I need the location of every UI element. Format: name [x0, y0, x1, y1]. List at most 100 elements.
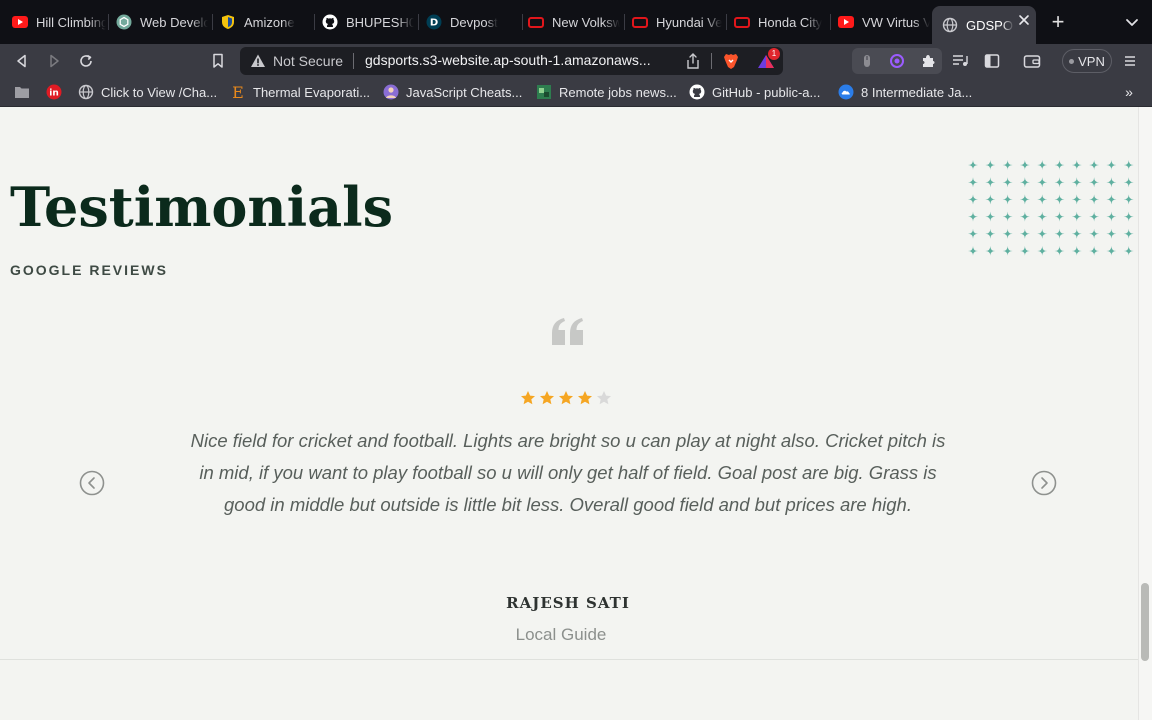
brave-shields-icon[interactable]	[722, 52, 740, 70]
decorative-dot	[1123, 211, 1134, 222]
decorative-dot	[1037, 211, 1048, 222]
bookmark-icon[interactable]	[206, 49, 230, 73]
tab-vw-virtus[interactable]: VW Virtus V	[838, 8, 930, 36]
decorative-dot	[1106, 177, 1117, 188]
tab-search-chevron-icon[interactable]	[1122, 12, 1142, 32]
reviewer-role: Local Guide	[515, 625, 607, 644]
tab-honda-city[interactable]: Honda City	[734, 8, 826, 36]
decorative-dot	[1106, 228, 1117, 239]
more-bookmarks-button[interactable]: »	[1120, 83, 1138, 101]
decorative-dot	[1037, 246, 1048, 256]
share-icon[interactable]	[685, 52, 701, 70]
url-text[interactable]: gdsports.s3-website.ap-south-1.amazonaws…	[365, 52, 675, 68]
forward-icon[interactable]	[42, 49, 66, 73]
decorative-dot	[1019, 246, 1030, 256]
puzzle-extensions-icon[interactable]	[920, 53, 936, 69]
bookmark-thermal-evaporation[interactable]: E Thermal Evaporati...	[230, 82, 370, 102]
tab-devpost[interactable]: D Devpost	[426, 8, 518, 36]
tab-title: Devpost	[450, 14, 498, 30]
playlist-icon[interactable]	[948, 49, 972, 73]
bookmark-remote-jobs[interactable]: Remote jobs news...	[536, 82, 677, 102]
tab-gdsports-active[interactable]: GDSPOR	[932, 6, 1036, 44]
extensions-group	[852, 48, 942, 74]
decorative-dot	[968, 177, 978, 188]
back-icon[interactable]	[10, 49, 34, 73]
decorative-dot	[1054, 177, 1065, 188]
decorative-dot	[1054, 194, 1065, 205]
section-divider	[0, 659, 1138, 660]
menu-icon[interactable]	[1118, 49, 1142, 73]
bookmark-github[interactable]: GitHub - public-a...	[689, 82, 820, 102]
sidebar-icon[interactable]	[980, 49, 1004, 73]
decorative-dot	[1019, 211, 1030, 222]
svg-text:E: E	[232, 84, 244, 100]
purple-extension-icon[interactable]	[889, 53, 905, 69]
decorative-dot	[1071, 246, 1082, 256]
scrollbar-thumb[interactable]	[1141, 583, 1149, 661]
devpost-icon: D	[426, 14, 442, 30]
tab-bhupesh[interactable]: BHUPESH0	[322, 8, 414, 36]
mouse-extension-icon[interactable]	[859, 53, 875, 69]
empty-star-icon	[597, 391, 611, 405]
reload-icon[interactable]	[74, 49, 98, 73]
decorative-dot	[1002, 160, 1013, 170]
tab-title: Hyundai Ve	[656, 14, 722, 30]
tab-title: BHUPESH0	[346, 14, 414, 30]
bookmark-javascript-cheatsheet[interactable]: JavaScript Cheats...	[383, 82, 522, 102]
avatar-icon	[383, 84, 399, 100]
section-subtitle: GOOGLE REVIEWS	[10, 262, 168, 278]
tab-hyundai[interactable]: Hyundai Ve	[632, 8, 722, 36]
bookmark-folder[interactable]	[14, 82, 37, 102]
chatgpt-icon	[116, 14, 132, 30]
decorative-dot	[1002, 228, 1013, 239]
vpn-status-dot	[1069, 58, 1075, 64]
tab-hill-climbing[interactable]: Hill Climbing	[12, 8, 106, 36]
decorative-dot	[1037, 160, 1048, 170]
decorative-dot	[968, 246, 978, 256]
previous-arrow-icon[interactable]	[79, 470, 105, 496]
tab-title: Honda City	[758, 14, 823, 30]
linkedin-icon: in	[46, 84, 62, 100]
decorative-dot	[1054, 211, 1065, 222]
toy-icon	[734, 14, 750, 30]
decorative-dot	[1054, 246, 1065, 256]
filled-star-icon	[559, 391, 573, 405]
vpn-button[interactable]: VPN	[1062, 49, 1112, 73]
web-page: Testimonials GOOGLE REVIEWS Nice field f…	[0, 107, 1138, 720]
close-tab-icon[interactable]	[1018, 14, 1030, 26]
address-bar[interactable]: Not Secure gdsports.s3-website.ap-south-…	[240, 47, 783, 75]
amizone-icon	[220, 14, 236, 30]
tab-web-develo[interactable]: Web Develo	[116, 8, 208, 36]
new-tab-button[interactable]: +	[1048, 10, 1068, 34]
decorative-dot	[1071, 228, 1082, 239]
decorative-dot-pattern	[968, 160, 1134, 256]
bookmark-linkedin[interactable]: in	[46, 82, 69, 102]
quote-icon	[552, 318, 583, 345]
youtube-icon	[12, 14, 28, 30]
bookmark-click-to-view[interactable]: Click to View /Cha...	[78, 82, 217, 102]
filled-star-icon	[521, 391, 535, 405]
tab-new-volksw[interactable]: New Volksw	[528, 8, 620, 36]
vpn-label: VPN	[1078, 53, 1105, 69]
decorative-dot	[1089, 194, 1100, 205]
cloud-icon	[838, 84, 854, 100]
folder-icon	[14, 84, 30, 100]
youtube-icon	[838, 14, 854, 30]
filled-star-icon	[540, 391, 554, 405]
security-status-label[interactable]: Not Secure	[273, 53, 343, 69]
tab-title: Hill Climbing	[36, 14, 106, 30]
bookmark-label: 8 Intermediate Ja...	[861, 84, 973, 100]
github-icon	[322, 14, 338, 30]
next-arrow-icon[interactable]	[1031, 470, 1057, 496]
tab-amizone[interactable]: Amizone	[220, 8, 310, 36]
wallet-icon[interactable]	[1020, 49, 1044, 73]
decorative-dot	[1089, 160, 1100, 170]
bookmark-intermediate-java[interactable]: 8 Intermediate Ja...	[838, 82, 972, 102]
warning-triangle-icon[interactable]	[250, 53, 266, 69]
bookmarks-bar: in Click to View /Cha... E Thermal Evapo…	[0, 78, 1152, 107]
decorative-dot	[1002, 177, 1013, 188]
decorative-dot	[1019, 177, 1030, 188]
svg-text:in: in	[49, 89, 59, 99]
github-icon	[689, 84, 705, 100]
decorative-dot	[1019, 194, 1030, 205]
